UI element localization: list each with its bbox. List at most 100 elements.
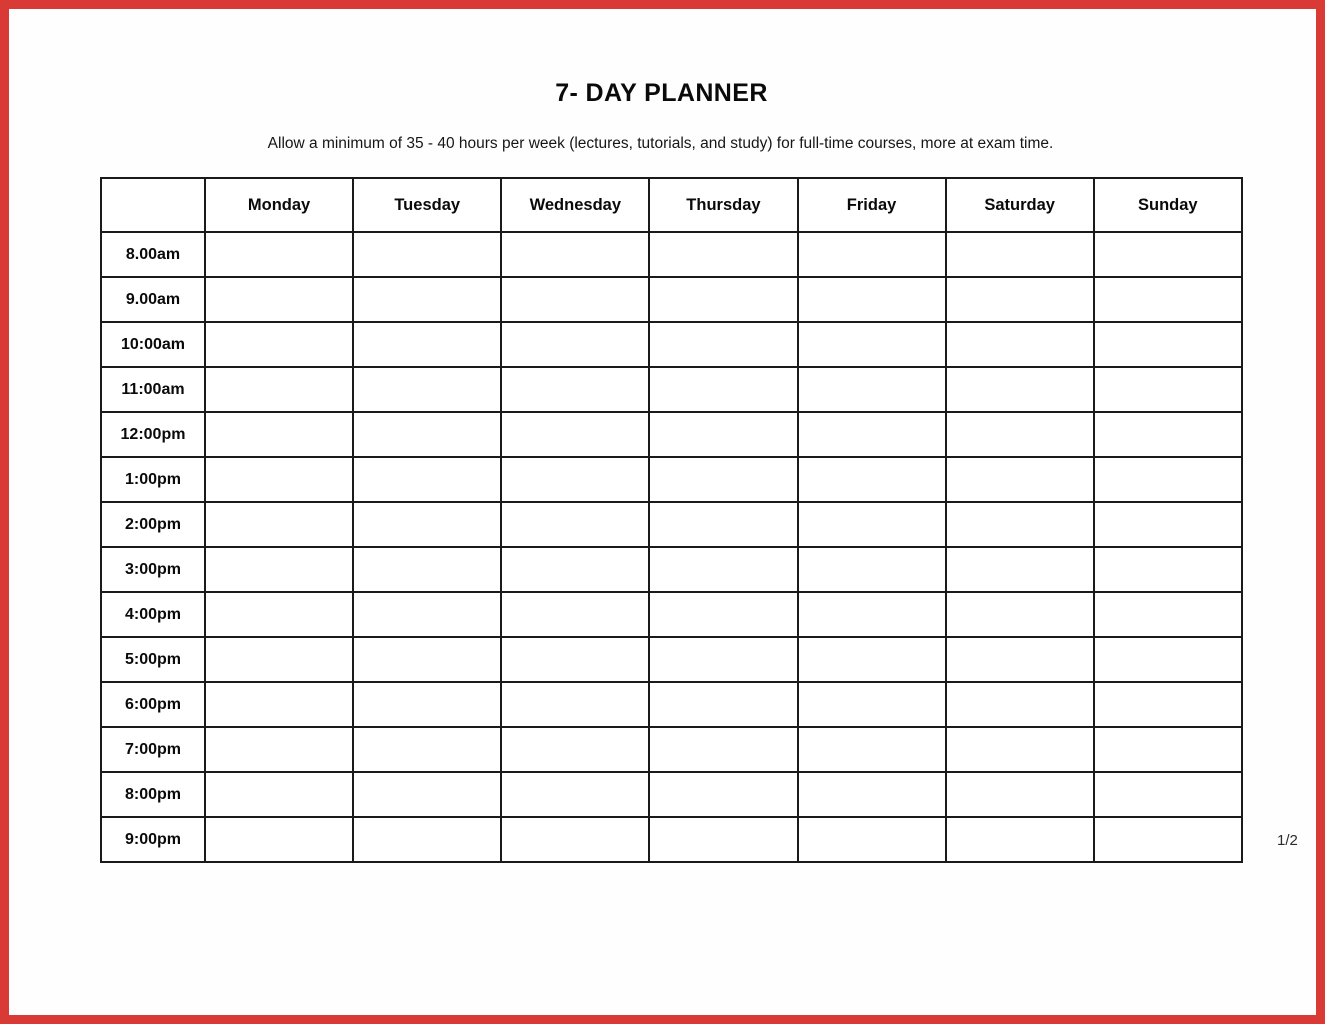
planner-slot-cell[interactable] — [1092, 816, 1243, 863]
planner-slot-cell[interactable] — [352, 321, 503, 368]
planner-slot-cell[interactable] — [500, 591, 651, 638]
table-row: 1:00pm — [100, 456, 1243, 503]
planner-slot-cell[interactable] — [203, 816, 355, 863]
planner-slot-cell[interactable] — [500, 726, 651, 773]
planner-slot-cell[interactable] — [352, 681, 503, 728]
planner-slot-cell[interactable] — [1092, 726, 1243, 773]
planner-slot-cell[interactable] — [796, 231, 947, 278]
planner-slot-cell[interactable] — [500, 546, 651, 593]
planner-slot-cell[interactable] — [944, 771, 1095, 818]
planner-slot-cell[interactable] — [352, 411, 503, 458]
planner-slot-cell[interactable] — [796, 636, 947, 683]
planner-slot-cell[interactable] — [648, 456, 799, 503]
planner-slot-cell[interactable] — [944, 726, 1095, 773]
planner-slot-cell[interactable] — [203, 726, 355, 773]
planner-slot-cell[interactable] — [203, 411, 355, 458]
planner-slot-cell[interactable] — [648, 726, 799, 773]
planner-slot-cell[interactable] — [1092, 501, 1243, 548]
planner-slot-cell[interactable] — [648, 681, 799, 728]
planner-slot-cell[interactable] — [352, 456, 503, 503]
planner-slot-cell[interactable] — [648, 321, 799, 368]
planner-slot-cell[interactable] — [203, 636, 355, 683]
planner-slot-cell[interactable] — [796, 816, 947, 863]
planner-slot-cell[interactable] — [1092, 591, 1243, 638]
planner-slot-cell[interactable] — [796, 771, 947, 818]
planner-slot-cell[interactable] — [796, 726, 947, 773]
planner-slot-cell[interactable] — [1092, 546, 1243, 593]
planner-slot-cell[interactable] — [944, 276, 1095, 323]
planner-slot-cell[interactable] — [796, 276, 947, 323]
planner-slot-cell[interactable] — [500, 636, 651, 683]
planner-slot-cell[interactable] — [500, 816, 651, 863]
planner-slot-cell[interactable] — [1092, 636, 1243, 683]
planner-slot-cell[interactable] — [1092, 456, 1243, 503]
planner-slot-cell[interactable] — [352, 276, 503, 323]
planner-slot-cell[interactable] — [796, 411, 947, 458]
planner-slot-cell[interactable] — [796, 681, 947, 728]
planner-slot-cell[interactable] — [352, 636, 503, 683]
planner-slot-cell[interactable] — [944, 501, 1095, 548]
planner-slot-cell[interactable] — [500, 231, 651, 278]
planner-slot-cell[interactable] — [944, 411, 1095, 458]
planner-slot-cell[interactable] — [648, 501, 799, 548]
planner-slot-cell[interactable] — [352, 726, 503, 773]
planner-slot-cell[interactable] — [796, 591, 947, 638]
planner-slot-cell[interactable] — [796, 501, 947, 548]
planner-slot-cell[interactable] — [944, 456, 1095, 503]
planner-slot-cell[interactable] — [1092, 231, 1243, 278]
planner-slot-cell[interactable] — [352, 771, 503, 818]
planner-slot-cell[interactable] — [944, 546, 1095, 593]
planner-slot-cell[interactable] — [648, 771, 799, 818]
planner-slot-cell[interactable] — [944, 591, 1095, 638]
planner-slot-cell[interactable] — [352, 366, 503, 413]
planner-slot-cell[interactable] — [203, 456, 355, 503]
planner-slot-cell[interactable] — [1092, 276, 1243, 323]
planner-slot-cell[interactable] — [796, 546, 947, 593]
planner-slot-cell[interactable] — [648, 411, 799, 458]
planner-slot-cell[interactable] — [944, 231, 1095, 278]
planner-slot-cell[interactable] — [203, 771, 355, 818]
planner-slot-cell[interactable] — [648, 816, 799, 863]
planner-slot-cell[interactable] — [1092, 411, 1243, 458]
planner-slot-cell[interactable] — [648, 276, 799, 323]
planner-slot-cell[interactable] — [203, 681, 355, 728]
planner-slot-cell[interactable] — [203, 231, 355, 278]
planner-slot-cell[interactable] — [944, 636, 1095, 683]
planner-slot-cell[interactable] — [944, 681, 1095, 728]
planner-slot-cell[interactable] — [203, 276, 355, 323]
planner-slot-cell[interactable] — [796, 321, 947, 368]
planner-slot-cell[interactable] — [944, 366, 1095, 413]
planner-slot-cell[interactable] — [203, 366, 355, 413]
planner-slot-cell[interactable] — [1092, 321, 1243, 368]
planner-slot-cell[interactable] — [352, 501, 503, 548]
planner-slot-cell[interactable] — [352, 591, 503, 638]
planner-slot-cell[interactable] — [352, 231, 503, 278]
planner-slot-cell[interactable] — [500, 321, 651, 368]
planner-slot-cell[interactable] — [1092, 771, 1243, 818]
planner-slot-cell[interactable] — [648, 546, 799, 593]
planner-slot-cell[interactable] — [352, 546, 503, 593]
page-subtitle-instructions: Allow a minimum of 35 - 40 hours per wee… — [267, 135, 1054, 152]
planner-slot-cell[interactable] — [352, 816, 503, 863]
planner-slot-cell[interactable] — [648, 636, 799, 683]
planner-slot-cell[interactable] — [500, 501, 651, 548]
planner-slot-cell[interactable] — [500, 411, 651, 458]
planner-slot-cell[interactable] — [500, 681, 651, 728]
planner-slot-cell[interactable] — [796, 366, 947, 413]
planner-slot-cell[interactable] — [203, 501, 355, 548]
planner-slot-cell[interactable] — [500, 276, 651, 323]
planner-slot-cell[interactable] — [944, 321, 1095, 368]
planner-slot-cell[interactable] — [500, 771, 651, 818]
planner-slot-cell[interactable] — [796, 456, 947, 503]
planner-slot-cell[interactable] — [648, 591, 799, 638]
planner-slot-cell[interactable] — [1092, 366, 1243, 413]
planner-slot-cell[interactable] — [1092, 681, 1243, 728]
planner-slot-cell[interactable] — [500, 456, 651, 503]
planner-slot-cell[interactable] — [203, 321, 355, 368]
planner-slot-cell[interactable] — [500, 366, 651, 413]
planner-slot-cell[interactable] — [648, 231, 799, 278]
planner-slot-cell[interactable] — [203, 591, 355, 638]
planner-slot-cell[interactable] — [944, 816, 1095, 863]
planner-slot-cell[interactable] — [203, 546, 355, 593]
planner-slot-cell[interactable] — [648, 366, 799, 413]
